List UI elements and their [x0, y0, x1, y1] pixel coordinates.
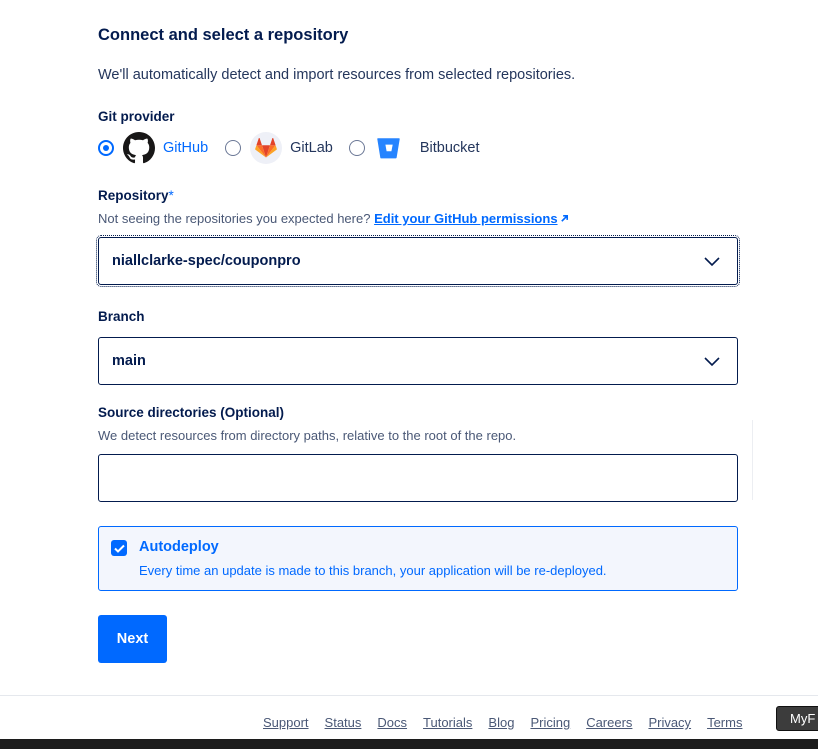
footer-links: Support Status Docs Tutorials Blog Prici…: [263, 715, 758, 730]
repository-help-text: Not seeing the repositories you expected…: [98, 211, 371, 226]
edit-github-permissions-link[interactable]: Edit your GitHub permissions: [374, 211, 568, 226]
github-label[interactable]: GitHub: [163, 140, 208, 156]
branch-select[interactable]: main: [98, 337, 738, 385]
git-provider-options: GitHub GitLab Bitbucket: [98, 132, 480, 164]
autodeploy-description: Every time an update is made to this bra…: [139, 563, 607, 578]
footer-link-careers[interactable]: Careers: [586, 715, 632, 730]
chevron-down-icon: [704, 357, 720, 367]
branch-value: main: [112, 353, 146, 369]
bitbucket-icon: [373, 132, 405, 164]
bottom-bar: [0, 739, 818, 749]
section-subtitle: We'll automatically detect and import re…: [98, 67, 576, 83]
branch-label: Branch: [98, 309, 145, 324]
floating-button[interactable]: MyF: [776, 706, 818, 731]
divider: [752, 420, 753, 500]
github-radio[interactable]: [98, 140, 114, 156]
repository-label: Repository*: [98, 188, 174, 203]
repository-label-text: Repository: [98, 188, 169, 203]
footer-link-privacy[interactable]: Privacy: [648, 715, 691, 730]
autodeploy-checkbox[interactable]: [111, 540, 127, 556]
edit-permissions-link-text: Edit your GitHub permissions: [374, 211, 558, 226]
github-icon: [123, 132, 155, 164]
autodeploy-panel[interactable]: Autodeploy Every time an update is made …: [98, 526, 738, 591]
source-directories-help: We detect resources from directory paths…: [98, 428, 517, 443]
footer-link-support[interactable]: Support: [263, 715, 309, 730]
source-directories-label: Source directories (Optional): [98, 405, 285, 420]
external-arrow-icon: [560, 214, 568, 222]
bitbucket-radio[interactable]: [348, 140, 365, 156]
footer-link-docs[interactable]: Docs: [377, 715, 407, 730]
autodeploy-title: Autodeploy: [139, 539, 219, 555]
gitlab-radio[interactable]: [225, 140, 242, 156]
footer-link-tutorials[interactable]: Tutorials: [423, 715, 472, 730]
footer-link-blog[interactable]: Blog: [488, 715, 514, 730]
footer-link-pricing[interactable]: Pricing: [530, 715, 570, 730]
git-provider-label: Git provider: [98, 109, 175, 124]
chevron-down-icon: [704, 257, 720, 267]
checkmark-icon: [113, 544, 125, 553]
section-title: Connect and select a repository: [98, 26, 349, 44]
source-directories-input[interactable]: [98, 454, 738, 502]
repository-value: niallclarke-spec/couponpro: [112, 253, 301, 269]
repository-help: Not seeing the repositories you expected…: [98, 211, 569, 226]
next-button[interactable]: Next: [98, 615, 167, 663]
gitlab-label[interactable]: GitLab: [290, 140, 333, 156]
required-marker: *: [168, 188, 174, 203]
footer-link-terms[interactable]: Terms: [707, 715, 742, 730]
repository-select[interactable]: niallclarke-spec/couponpro: [96, 235, 740, 287]
gitlab-icon: [250, 132, 283, 164]
footer: Support Status Docs Tutorials Blog Prici…: [0, 695, 818, 739]
footer-link-status[interactable]: Status: [325, 715, 362, 730]
bitbucket-label[interactable]: Bitbucket: [420, 140, 480, 156]
